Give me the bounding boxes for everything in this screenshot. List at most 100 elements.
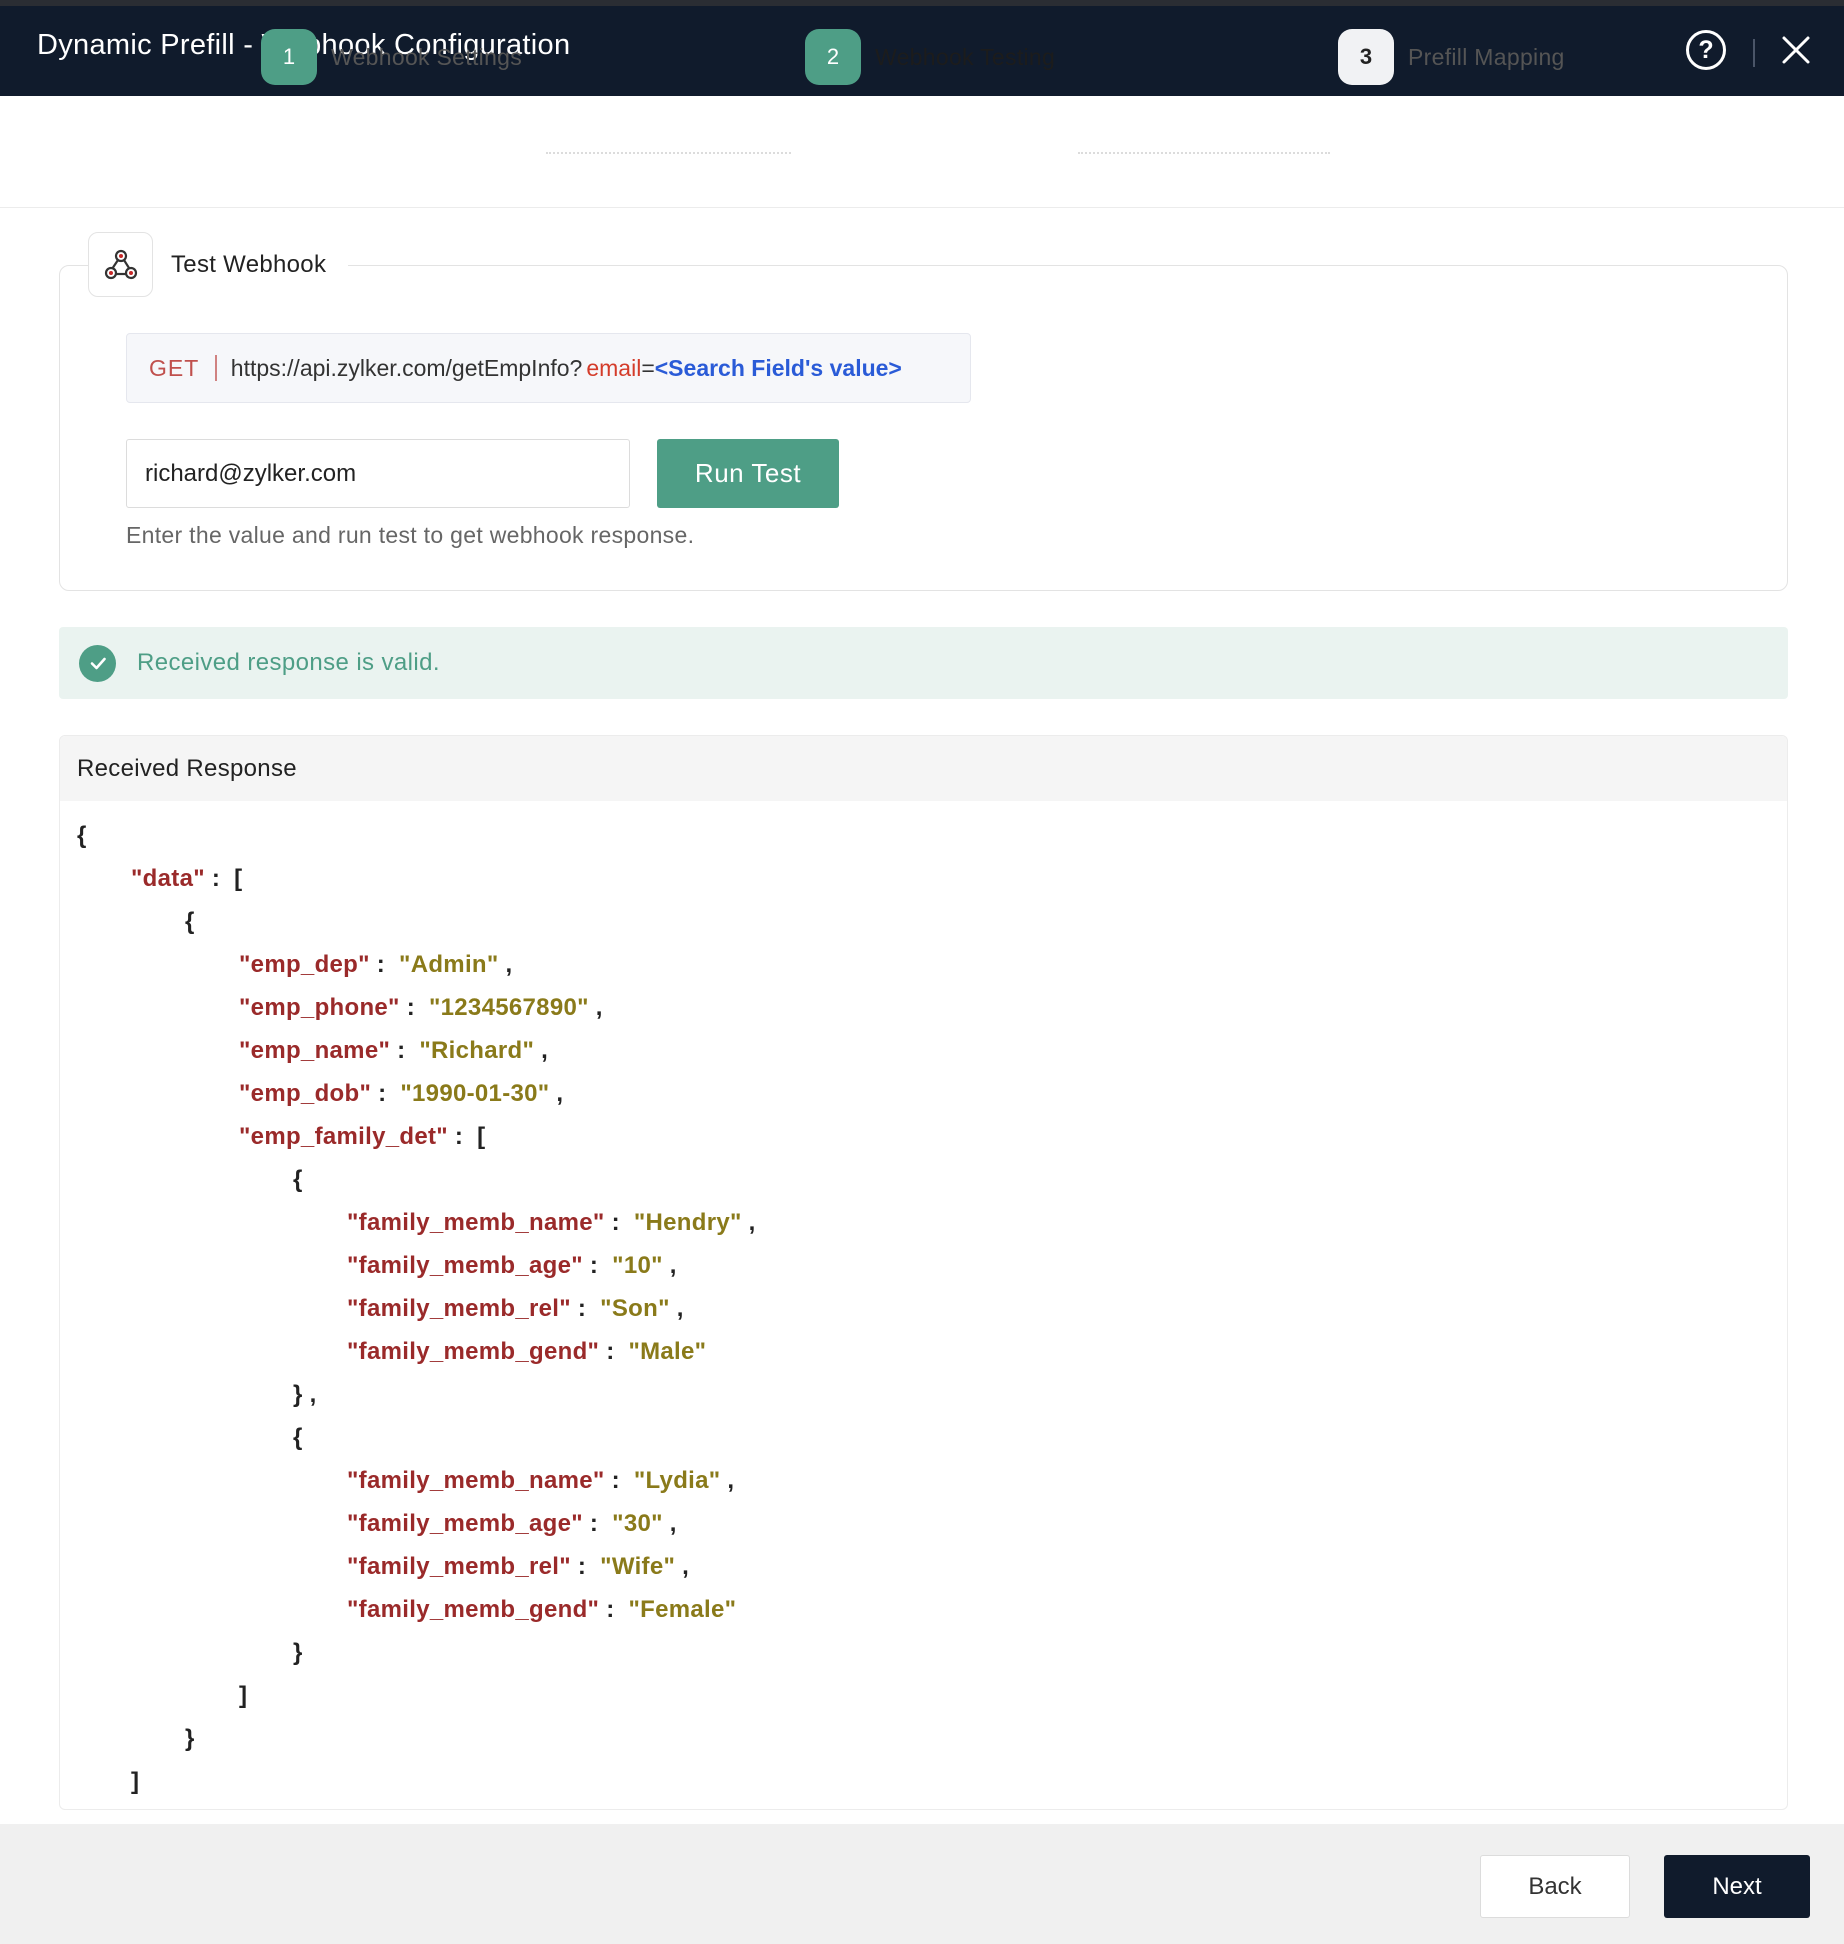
json-punctuation: : bbox=[582, 1510, 613, 1537]
json-line: "family_memb_name" : "Lydia" , bbox=[347, 1459, 734, 1502]
step-webhook-settings[interactable]: 1 Webhook Settings bbox=[261, 29, 522, 85]
step-connector bbox=[546, 152, 791, 154]
json-line: ] bbox=[239, 1674, 247, 1717]
json-value: "Male" bbox=[628, 1338, 707, 1365]
json-punctuation: , bbox=[741, 1209, 756, 1236]
json-line: { bbox=[77, 814, 87, 857]
json-key: "emp_name" bbox=[239, 1037, 391, 1064]
json-line: { bbox=[293, 1158, 303, 1201]
next-button[interactable]: Next bbox=[1664, 1855, 1810, 1918]
back-button[interactable]: Back bbox=[1480, 1855, 1630, 1918]
json-line: { bbox=[293, 1416, 303, 1459]
step-number: 1 bbox=[261, 29, 317, 85]
json-line: ] bbox=[131, 1760, 139, 1803]
test-hint: Enter the value and run test to get webh… bbox=[126, 522, 695, 548]
json-value: "10" bbox=[612, 1252, 663, 1279]
json-punctuation: : bbox=[599, 1338, 629, 1365]
json-punctuation: : bbox=[371, 1080, 401, 1107]
json-line: "family_memb_gend" : "Female" bbox=[347, 1588, 736, 1631]
json-line: "family_memb_gend" : "Male" bbox=[347, 1330, 706, 1373]
json-key: "family_memb_age" bbox=[347, 1510, 583, 1537]
test-webhook-legend: Test Webhook bbox=[88, 232, 349, 297]
validation-message: Received response is valid. bbox=[137, 649, 440, 676]
json-punctuation: : [ bbox=[204, 865, 243, 892]
json-line: "family_memb_age" : "30" , bbox=[347, 1502, 677, 1545]
json-value: "30" bbox=[612, 1510, 663, 1537]
json-punctuation: , bbox=[588, 994, 603, 1021]
step-number: 2 bbox=[805, 29, 861, 85]
question-circle-icon[interactable]: ? bbox=[1686, 30, 1726, 70]
json-punctuation: , bbox=[662, 1510, 677, 1537]
json-punctuation: : bbox=[369, 951, 400, 978]
json-key: "family_memb_gend" bbox=[347, 1338, 600, 1365]
json-value: "Son" bbox=[600, 1295, 670, 1322]
json-punctuation: { bbox=[293, 1166, 303, 1193]
json-line: "family_memb_age" : "10" , bbox=[347, 1244, 677, 1287]
stepper bbox=[0, 96, 1844, 208]
json-punctuation: : [ bbox=[447, 1123, 486, 1150]
json-punctuation: { bbox=[185, 908, 195, 935]
json-line: "emp_name" : "Richard" , bbox=[239, 1029, 548, 1072]
header-divider bbox=[1753, 39, 1755, 67]
step-webhook-testing[interactable]: 2 Webhook Testing bbox=[805, 29, 1055, 85]
json-key: "emp_family_det" bbox=[239, 1123, 448, 1150]
json-line: "data" : [ bbox=[131, 857, 242, 900]
json-value: "Hendry" bbox=[633, 1209, 742, 1236]
json-key: "family_memb_age" bbox=[347, 1252, 583, 1279]
json-line: "emp_dep" : "Admin" , bbox=[239, 943, 513, 986]
json-line: "family_memb_name" : "Hendry" , bbox=[347, 1201, 756, 1244]
json-key: "emp_dep" bbox=[239, 951, 370, 978]
close-icon[interactable] bbox=[1780, 34, 1812, 66]
step-label: Prefill Mapping bbox=[1408, 43, 1565, 70]
run-test-button[interactable]: Run Test bbox=[657, 439, 839, 508]
json-value: "Female" bbox=[628, 1596, 737, 1623]
webhook-icon bbox=[88, 232, 153, 297]
test-value-input[interactable] bbox=[126, 439, 630, 508]
json-punctuation: : bbox=[599, 1596, 629, 1623]
url-base: https://api.zylker.com/getEmpInfo? bbox=[230, 354, 583, 381]
json-line: "emp_dob" : "1990-01-30" , bbox=[239, 1072, 563, 1115]
json-value: "1234567890" bbox=[428, 994, 589, 1021]
json-punctuation: : bbox=[604, 1209, 634, 1236]
json-punctuation: : bbox=[570, 1553, 601, 1580]
json-key: "emp_phone" bbox=[239, 994, 400, 1021]
json-key: "family_memb_name" bbox=[347, 1467, 605, 1494]
json-punctuation: , bbox=[498, 951, 513, 978]
received-response-panel: Received Response { "data" : [ { "emp_dep" … bbox=[59, 735, 1788, 1810]
json-value: "Wife" bbox=[600, 1553, 676, 1580]
validation-success-banner: Received response is valid. bbox=[59, 627, 1788, 699]
url-equals: = bbox=[641, 354, 655, 381]
json-punctuation: ] bbox=[131, 1768, 140, 1795]
json-punctuation: , bbox=[720, 1467, 735, 1494]
step-label: Webhook Settings bbox=[331, 43, 523, 70]
json-line: } , bbox=[293, 1373, 317, 1416]
json-punctuation: , bbox=[669, 1295, 684, 1322]
received-response-title: Received Response bbox=[60, 736, 1787, 801]
step-connector bbox=[1078, 152, 1330, 154]
step-prefill-mapping[interactable]: 3 Prefill Mapping bbox=[1338, 29, 1565, 85]
json-punctuation: , bbox=[549, 1080, 564, 1107]
http-method: GET bbox=[149, 354, 200, 381]
step-number: 3 bbox=[1338, 29, 1394, 85]
json-punctuation: { bbox=[293, 1424, 303, 1451]
method-divider bbox=[215, 355, 217, 381]
test-webhook-title: Test Webhook bbox=[171, 250, 327, 278]
json-value: "Admin" bbox=[399, 951, 499, 978]
url-param-placeholder: <Search Field's value> bbox=[654, 354, 902, 381]
json-value: "Richard" bbox=[419, 1037, 535, 1064]
json-key: "family_memb_name" bbox=[347, 1209, 605, 1236]
json-punctuation: } bbox=[185, 1725, 195, 1752]
check-circle-icon bbox=[79, 644, 116, 682]
json-punctuation: } bbox=[293, 1639, 303, 1666]
json-punctuation: { bbox=[77, 822, 87, 849]
json-value: "1990-01-30" bbox=[400, 1080, 550, 1107]
json-line: } bbox=[293, 1631, 303, 1674]
json-punctuation: , bbox=[662, 1252, 677, 1279]
json-line: { bbox=[185, 900, 195, 943]
json-key: "family_memb_rel" bbox=[347, 1553, 571, 1580]
json-punctuation: : bbox=[399, 994, 429, 1021]
json-key: "family_memb_rel" bbox=[347, 1295, 571, 1322]
dialog-footer: Back Next bbox=[0, 1824, 1844, 1944]
json-line: "emp_phone" : "1234567890" , bbox=[239, 986, 603, 1029]
json-value: "Lydia" bbox=[633, 1467, 721, 1494]
